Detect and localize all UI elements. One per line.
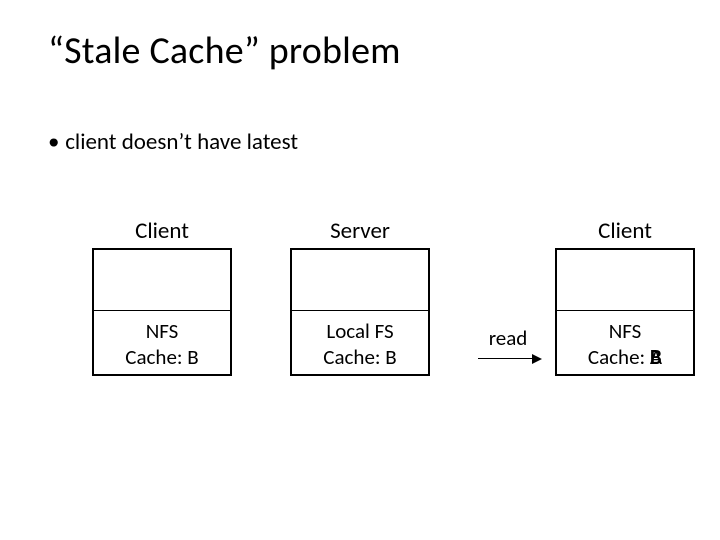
cache-stale: Cache: AB	[557, 344, 693, 370]
slide: “Stale Cache” problem • client doesn’t h…	[0, 0, 720, 540]
cache-prefix: Cache:	[588, 344, 650, 370]
box-divider	[292, 310, 428, 311]
box-content: Local FS Cache: B	[292, 318, 428, 371]
box-divider	[557, 310, 693, 311]
cache-val: Cache: B	[292, 344, 428, 370]
box-divider	[94, 310, 230, 311]
box-client-left: NFS Cache: B	[92, 248, 232, 376]
arrow-read	[478, 358, 540, 359]
bullet-dot: •	[48, 128, 60, 156]
bullet-line: • client doesn’t have latest	[48, 128, 298, 156]
bullet-text: client doesn’t have latest	[65, 128, 298, 156]
box-content: NFS Cache: AB	[557, 318, 693, 371]
box-content: NFS Cache: B	[94, 318, 230, 371]
fs-name: Local FS	[292, 318, 428, 344]
cache-new: B	[650, 344, 662, 370]
fs-name: NFS	[94, 318, 230, 344]
box-client-right: NFS Cache: AB	[555, 248, 695, 376]
arrow-label-read: read	[478, 325, 538, 351]
box-server: Local FS Cache: B	[290, 248, 430, 376]
label-client-right: Client	[555, 217, 695, 245]
cache-val: Cache: B	[94, 344, 230, 370]
label-client-left: Client	[92, 217, 232, 245]
cache-value-stack: AB	[650, 344, 662, 370]
fs-name: NFS	[557, 318, 693, 344]
label-server: Server	[290, 217, 430, 245]
slide-title: “Stale Cache” problem	[48, 28, 401, 74]
